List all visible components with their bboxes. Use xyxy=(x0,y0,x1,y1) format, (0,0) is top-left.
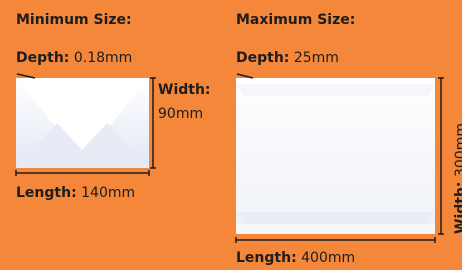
max-depth-value: 25mm xyxy=(293,50,339,66)
min-depth-key: Depth: xyxy=(16,50,70,66)
max-width-label: Width: 300mm xyxy=(453,123,462,234)
min-length-dimension-line xyxy=(15,170,150,176)
max-length-dimension-line xyxy=(235,237,436,243)
min-width-label: Width: xyxy=(158,82,211,98)
min-length-value: 140mm xyxy=(81,185,136,201)
min-length-key: Length: xyxy=(16,185,77,201)
min-depth-value: 0.18mm xyxy=(73,50,133,66)
maximum-envelope xyxy=(236,78,435,234)
min-depth-label: Depth: 0.18mm xyxy=(16,50,132,66)
maximum-size-title: Maximum Size: xyxy=(236,12,356,28)
min-width-key: Width: xyxy=(158,82,211,98)
min-width-dimension-line xyxy=(150,77,156,169)
min-length-label: Length: 140mm xyxy=(16,185,135,201)
max-depth-label: Depth: 25mm xyxy=(236,50,339,66)
minimum-envelope xyxy=(16,78,149,168)
envelope-diagrams xyxy=(15,73,444,243)
max-length-value: 400mm xyxy=(301,250,356,266)
minimum-size-title: Minimum Size: xyxy=(16,12,132,28)
min-depth-tick xyxy=(16,73,36,79)
max-width-value: 300mm xyxy=(453,123,462,178)
max-depth-key: Depth: xyxy=(236,50,290,66)
min-width-value: 90mm xyxy=(158,106,204,122)
max-length-key: Length: xyxy=(236,250,297,266)
max-length-label: Length: 400mm xyxy=(236,250,355,266)
max-width-key: Width: xyxy=(453,181,462,234)
max-width-dimension-line xyxy=(438,77,444,235)
max-depth-tick xyxy=(236,73,254,79)
